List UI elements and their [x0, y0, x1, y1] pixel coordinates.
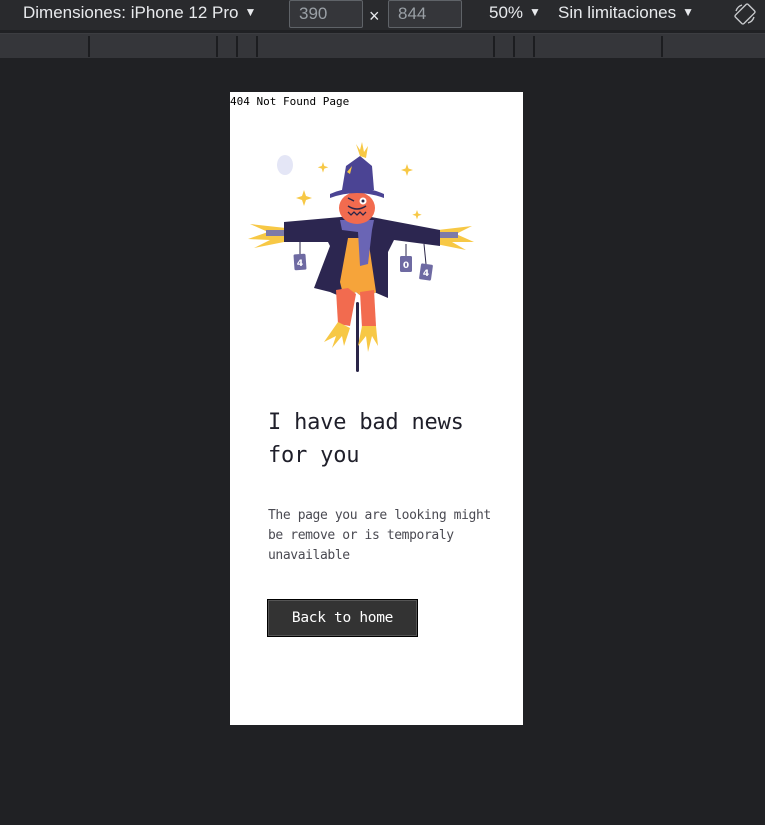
scarecrow-illustration: 4 0 4 — [248, 142, 474, 372]
device-label: Dimensiones: iPhone 12 Pro — [23, 3, 239, 22]
rotate-icon[interactable] — [733, 2, 757, 26]
sign-digit: 4 — [423, 269, 429, 279]
caret-down-icon: ▼ — [682, 5, 694, 19]
ruler-divider — [513, 36, 515, 57]
media-query-bar — [0, 33, 765, 58]
device-toolbar: Dimensiones: iPhone 12 Pro ▼ 390 × 844 50… — [0, 0, 765, 30]
sign-digit: 4 — [297, 259, 303, 269]
error-heading: I have bad news for you — [268, 410, 464, 468]
zoom-label: 50% — [489, 3, 524, 22]
times-symbol: × — [369, 6, 380, 26]
error-description: The page you are looking might be remove… — [268, 508, 491, 563]
caret-down-icon: ▼ — [244, 5, 257, 19]
device-viewport: 404 Not Found Page 4 0 4 I have bad news… — [230, 92, 523, 725]
height-input[interactable]: 844 — [388, 0, 462, 28]
zoom-selector[interactable]: 50% ▼ — [489, 0, 541, 30]
ruler-divider — [236, 36, 238, 57]
ruler-divider — [88, 36, 90, 57]
caret-down-icon: ▼ — [529, 5, 541, 19]
document-title: 404 Not Found Page — [230, 95, 350, 108]
device-selector[interactable]: Dimensiones: iPhone 12 Pro ▼ — [23, 0, 256, 30]
ruler-divider — [256, 36, 258, 57]
sign-digit: 0 — [403, 261, 409, 271]
throttle-label: Sin limitaciones — [558, 3, 677, 22]
throttle-selector[interactable]: Sin limitaciones ▼ — [558, 0, 694, 30]
ruler-divider — [216, 36, 218, 57]
width-input[interactable]: 390 — [289, 0, 363, 28]
ruler-divider — [661, 36, 663, 57]
ruler-divider — [493, 36, 495, 57]
ruler-divider — [533, 36, 535, 57]
back-to-home-button[interactable]: Back to home — [267, 599, 418, 637]
